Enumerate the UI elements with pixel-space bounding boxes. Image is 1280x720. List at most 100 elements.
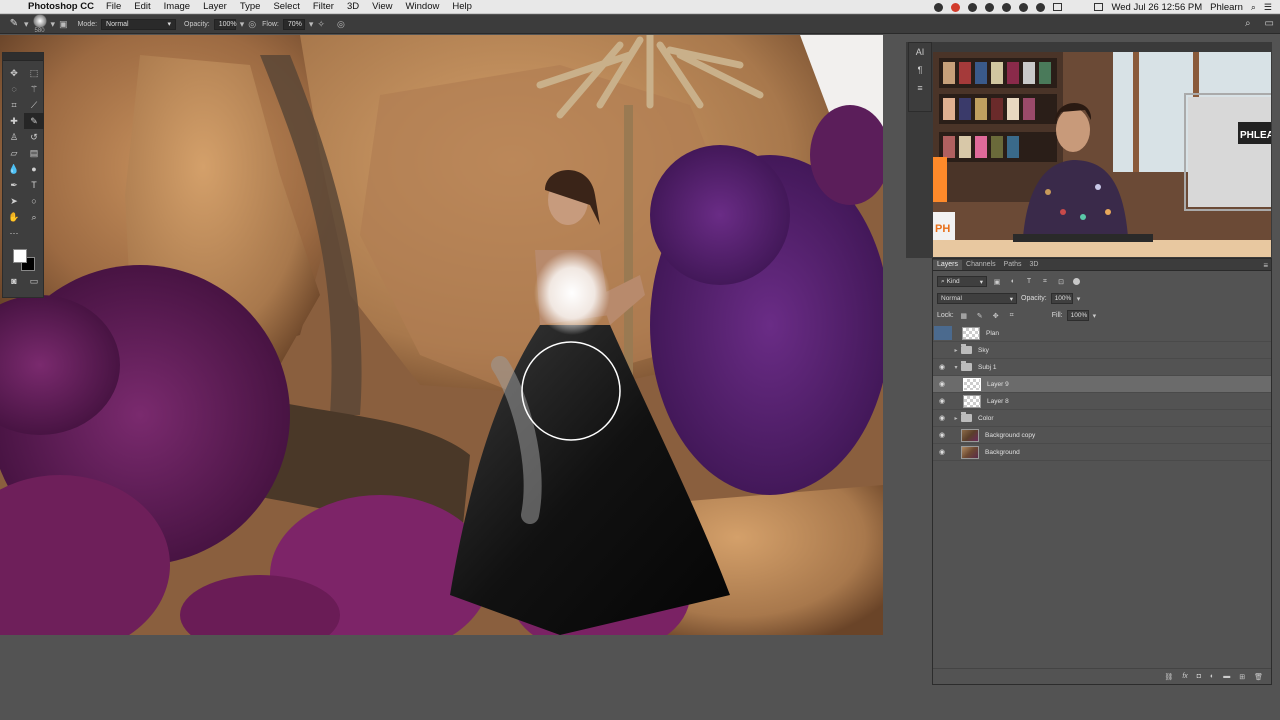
layer-row-subj-1[interactable]: ◉ ▾ Subj 1 bbox=[933, 359, 1271, 376]
gradient-tool-icon[interactable]: ▤ bbox=[24, 145, 44, 161]
eye-icon[interactable]: ◉ bbox=[933, 380, 951, 388]
brush-picker-chevron-icon[interactable]: ▾ bbox=[51, 19, 56, 30]
tab-3d[interactable]: 3D bbox=[1026, 260, 1043, 270]
crop-tool-icon[interactable]: ⌗ bbox=[4, 97, 24, 113]
menu-layer[interactable]: Layer bbox=[203, 1, 227, 12]
eraser-tool-icon[interactable]: ▱ bbox=[4, 145, 24, 161]
layer-name[interactable]: Subj 1 bbox=[978, 364, 996, 371]
layer-name[interactable]: Layer 9 bbox=[987, 381, 1009, 388]
layer-opacity-chevron-icon[interactable]: ▾ bbox=[1077, 295, 1081, 303]
delete-layer-icon[interactable]: 🗑 bbox=[1254, 673, 1263, 681]
notification-center-icon[interactable]: ☰ bbox=[1264, 2, 1272, 13]
layer-name[interactable]: Layer 8 bbox=[987, 398, 1009, 405]
airbrush-icon[interactable]: ✧ bbox=[317, 19, 325, 30]
brush-tool-icon[interactable]: ✎ bbox=[8, 18, 20, 30]
add-mask-icon[interactable]: ◘ bbox=[1197, 673, 1201, 680]
tool-preset-chevron-icon[interactable]: ▾ bbox=[24, 19, 29, 30]
chevron-down-icon[interactable]: ▾ bbox=[951, 364, 961, 371]
paragraph-panel-icon[interactable]: ¶ bbox=[909, 61, 931, 79]
creative-cloud-icon[interactable] bbox=[951, 2, 961, 12]
tools-panel-header[interactable] bbox=[3, 53, 43, 61]
app-name[interactable]: Photoshop CC bbox=[28, 1, 94, 12]
layer-name[interactable]: Color bbox=[978, 415, 994, 422]
brush-preview-icon[interactable] bbox=[32, 14, 47, 28]
eye-icon[interactable]: ◉ bbox=[933, 431, 951, 439]
brush-panel-icon[interactable]: ▣ bbox=[59, 19, 68, 30]
layer-row-plan[interactable]: Plan bbox=[933, 325, 1271, 342]
layer-opacity-input[interactable]: 100% bbox=[1050, 293, 1073, 304]
brush-tool-icon[interactable]: ✎ bbox=[24, 113, 44, 129]
mode-select[interactable]: Normal ▾ bbox=[101, 18, 177, 30]
character-panel-icon[interactable]: AI bbox=[909, 43, 931, 61]
blend-mode-select[interactable]: Normal ▾ bbox=[937, 293, 1017, 304]
layer-style-icon[interactable]: fx bbox=[1182, 673, 1187, 680]
layer-row-background-copy[interactable]: ◉ Background copy bbox=[933, 427, 1271, 444]
display-icon[interactable] bbox=[1053, 3, 1063, 11]
flow-chevron-icon[interactable]: ▾ bbox=[309, 19, 314, 30]
menu-3d[interactable]: 3D bbox=[347, 1, 359, 12]
filter-pixel-icon[interactable]: ▣ bbox=[991, 276, 1003, 288]
fill-chevron-icon[interactable]: ▾ bbox=[1093, 312, 1097, 320]
layer-row-layer-9[interactable]: ◉ Layer 9 bbox=[933, 376, 1271, 393]
workspace-icon[interactable]: ▭ bbox=[1265, 18, 1274, 29]
status-icon-3[interactable] bbox=[1002, 2, 1012, 12]
eye-icon[interactable]: ◉ bbox=[933, 397, 951, 405]
lasso-tool-icon[interactable]: ◌ bbox=[4, 81, 24, 97]
new-layer-icon[interactable]: ⊞ bbox=[1239, 673, 1245, 681]
record-icon[interactable] bbox=[934, 2, 944, 12]
filter-smart-object-icon[interactable]: ⊡ bbox=[1055, 276, 1067, 288]
move-tool-icon[interactable]: ✥ bbox=[4, 65, 24, 81]
menu-view[interactable]: View bbox=[372, 1, 392, 12]
layer-row-background[interactable]: ◉ Background bbox=[933, 444, 1271, 461]
layer-row-color[interactable]: ◉ ▸ Color bbox=[933, 410, 1271, 427]
menu-image[interactable]: Image bbox=[164, 1, 190, 12]
pressure-opacity-icon[interactable]: ◎ bbox=[248, 19, 256, 30]
time-machine-icon[interactable] bbox=[1019, 2, 1029, 12]
new-group-icon[interactable]: ▬ bbox=[1223, 673, 1230, 680]
chevron-right-icon[interactable]: ▸ bbox=[951, 347, 961, 354]
user-name[interactable]: Phlearn bbox=[1210, 2, 1243, 13]
layer-name[interactable]: Sky bbox=[978, 347, 989, 354]
blur-tool-icon[interactable]: 💧 bbox=[4, 161, 24, 177]
chevron-right-icon[interactable]: ▸ bbox=[951, 415, 961, 422]
properties-panel-icon[interactable]: ≡ bbox=[909, 79, 931, 97]
opacity-chevron-icon[interactable]: ▾ bbox=[240, 19, 245, 30]
path-selection-tool-icon[interactable]: ➤ bbox=[4, 193, 24, 209]
magic-wand-tool-icon[interactable]: ⚚ bbox=[24, 81, 44, 97]
document-canvas[interactable] bbox=[0, 35, 883, 635]
adjustment-layer-icon[interactable]: ◐ bbox=[1210, 673, 1214, 680]
tab-layers[interactable]: Layers bbox=[933, 260, 963, 270]
menu-type[interactable]: Type bbox=[240, 1, 261, 12]
type-tool-icon[interactable]: T bbox=[24, 177, 44, 193]
lock-all-icon[interactable] bbox=[1022, 310, 1034, 322]
spotlight-icon[interactable]: ⌕ bbox=[1251, 2, 1256, 13]
marquee-tool-icon[interactable]: ⬚ bbox=[24, 65, 44, 81]
layer-name[interactable]: Background bbox=[985, 449, 1020, 456]
menu-help[interactable]: Help bbox=[452, 1, 472, 12]
more-tools-icon[interactable]: ⋯ bbox=[4, 225, 24, 241]
menu-select[interactable]: Select bbox=[273, 1, 299, 12]
opacity-input[interactable]: 100% bbox=[213, 18, 237, 30]
layer-filter-select[interactable]: ⌕ Kind ▾ bbox=[937, 276, 987, 287]
flow-input[interactable]: 70% bbox=[282, 18, 305, 30]
search-icon[interactable]: ⌕ bbox=[1245, 18, 1251, 29]
menu-edit[interactable]: Edit bbox=[134, 1, 150, 12]
visibility-toggle[interactable] bbox=[934, 326, 952, 340]
lock-pixels-icon[interactable]: ✎ bbox=[974, 310, 986, 322]
status-icon-2[interactable] bbox=[985, 2, 995, 12]
filter-type-icon[interactable]: T bbox=[1023, 276, 1035, 288]
hand-tool-icon[interactable]: ✋ bbox=[4, 209, 24, 225]
menu-filter[interactable]: Filter bbox=[313, 1, 334, 12]
eyedropper-tool-icon[interactable]: ⟋ bbox=[24, 97, 44, 113]
pen-tool-icon[interactable]: ✒ bbox=[4, 177, 24, 193]
battery-icon[interactable] bbox=[1094, 3, 1104, 11]
quick-mask-icon[interactable]: ◙ bbox=[4, 273, 24, 289]
menu-file[interactable]: File bbox=[106, 1, 121, 12]
tab-paths[interactable]: Paths bbox=[1000, 260, 1026, 270]
clone-stamp-tool-icon[interactable]: ♙ bbox=[4, 129, 24, 145]
foreground-color-swatch[interactable] bbox=[13, 249, 27, 263]
layer-row-layer-8[interactable]: ◉ Layer 8 bbox=[933, 393, 1271, 410]
eye-icon[interactable]: ◉ bbox=[933, 363, 951, 371]
dodge-tool-icon[interactable]: ● bbox=[24, 161, 44, 177]
tab-channels[interactable]: Channels bbox=[962, 260, 1000, 270]
